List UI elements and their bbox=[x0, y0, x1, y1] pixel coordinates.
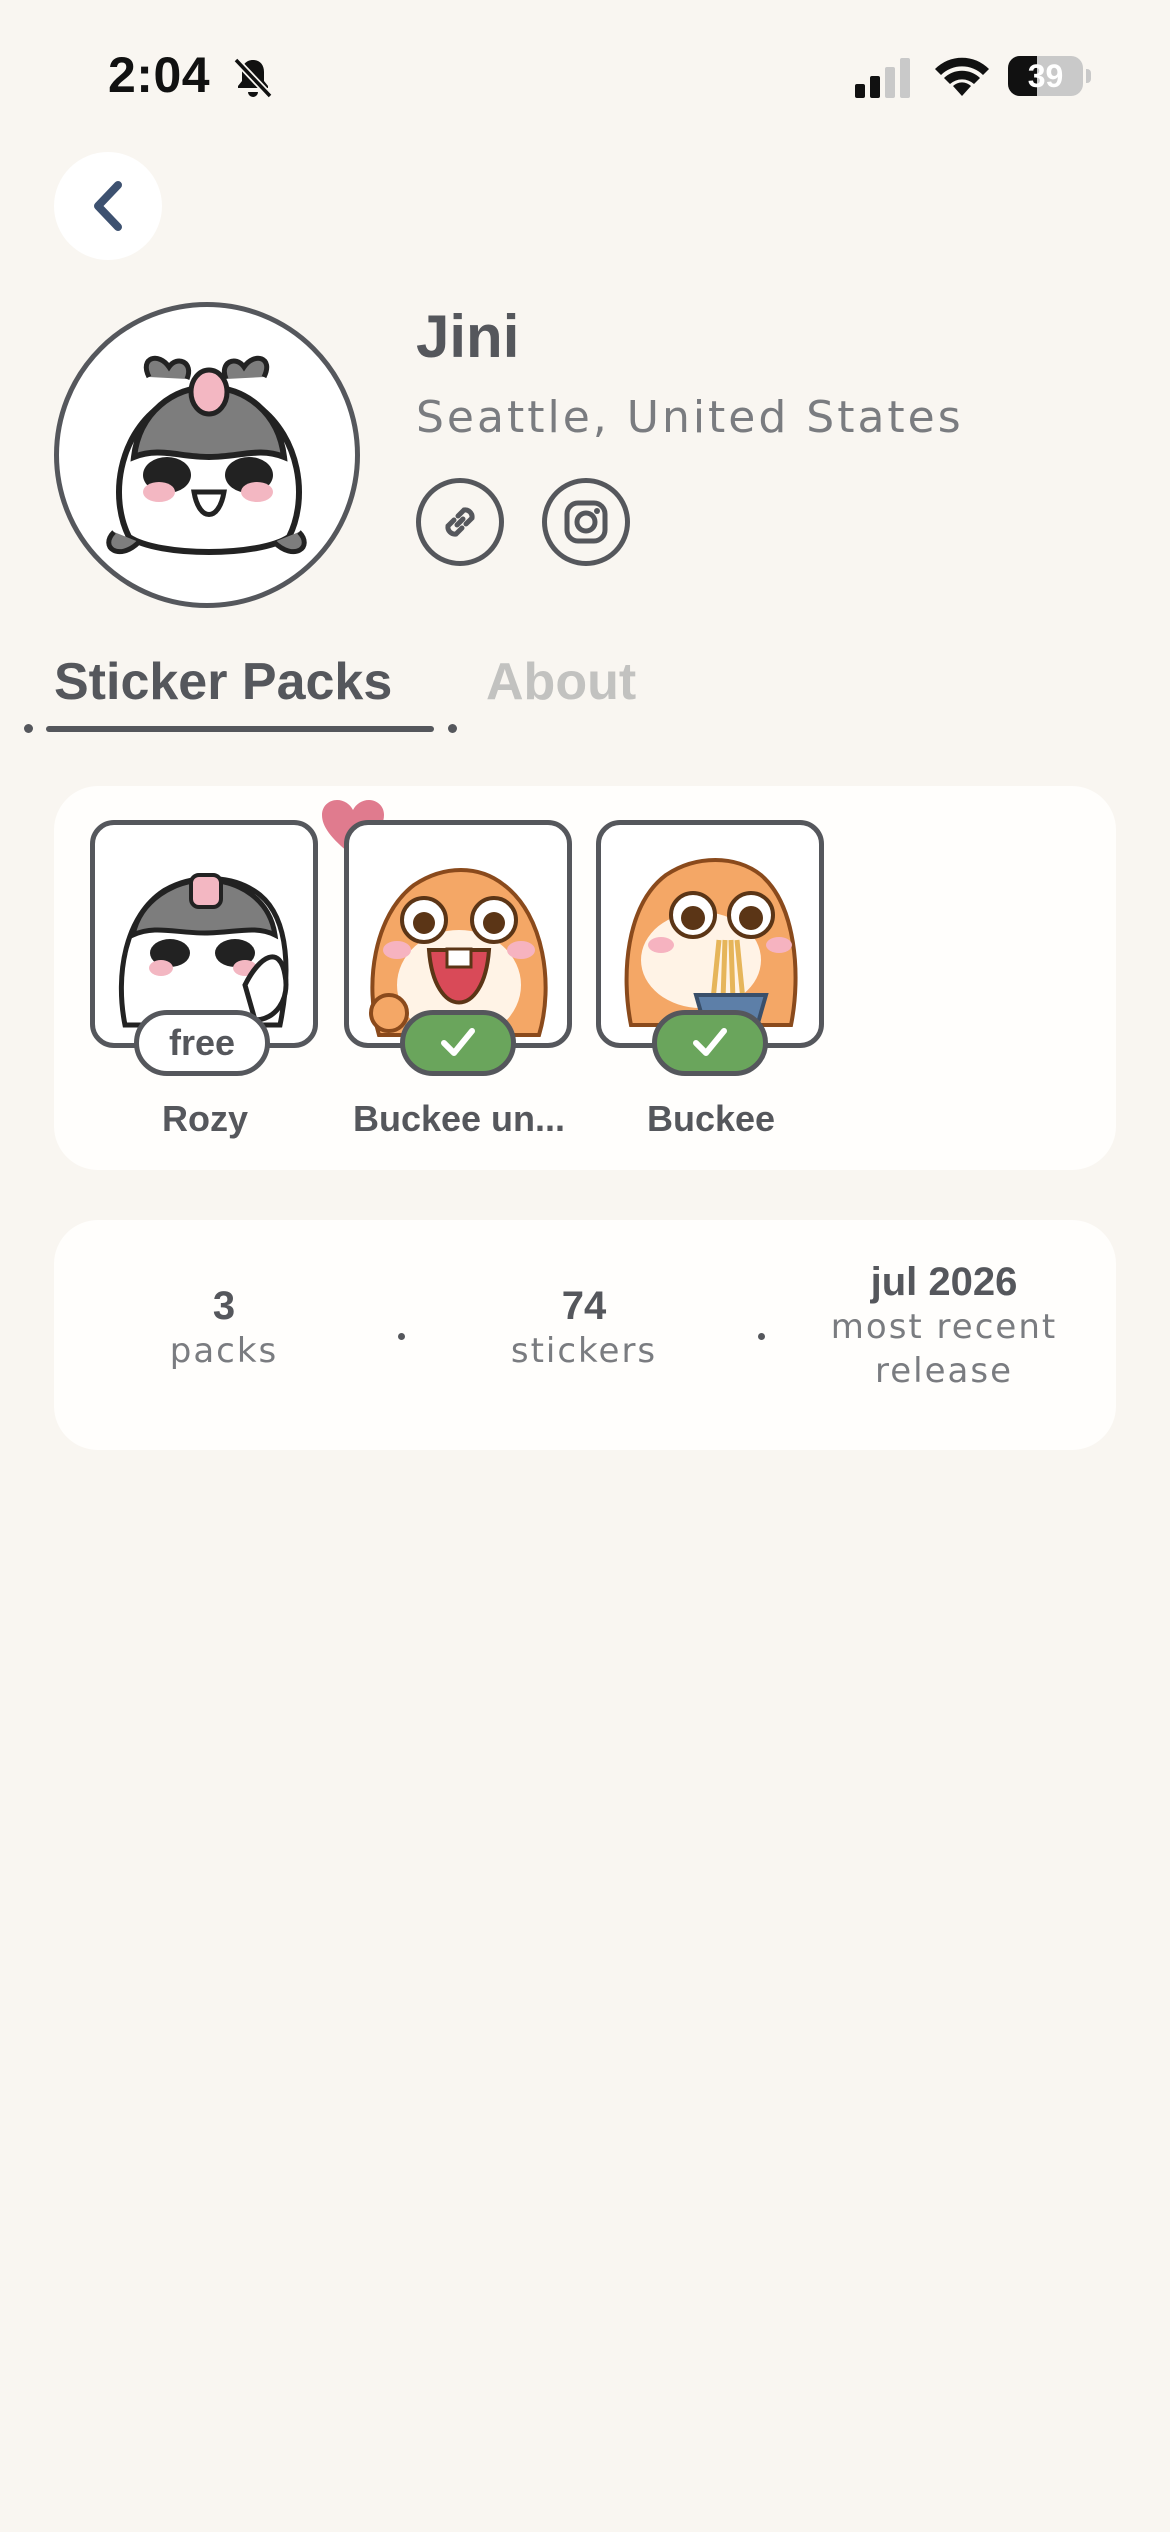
tab-sticker-packs[interactable]: Sticker Packs bbox=[54, 652, 392, 712]
profile-location: Seattle, United States bbox=[416, 392, 964, 443]
profile-name: Jini bbox=[416, 303, 520, 370]
avatar-illustration bbox=[106, 355, 307, 555]
bell-slash-icon bbox=[233, 57, 273, 99]
tab-about[interactable]: About bbox=[486, 652, 636, 712]
stat-recent-release: jul 2026 most recent release bbox=[814, 1260, 1074, 1393]
battery-tip bbox=[1086, 69, 1091, 83]
pack-name: Buckee bbox=[646, 1098, 776, 1139]
status-bar: 2:04 39 bbox=[0, 0, 1170, 150]
instagram-icon bbox=[564, 500, 608, 544]
stat-packs: 3 packs bbox=[94, 1284, 354, 1373]
status-time: 2:04 bbox=[108, 47, 211, 103]
website-link-button[interactable] bbox=[416, 478, 504, 566]
wifi-icon bbox=[935, 57, 989, 96]
stat-separator bbox=[398, 1333, 405, 1340]
checkmark-icon bbox=[441, 1028, 475, 1056]
owned-check-badge bbox=[652, 1010, 768, 1076]
pack-name: Rozy bbox=[161, 1098, 248, 1139]
chevron-left-icon bbox=[94, 181, 122, 231]
stats-card: 3 packs 74 stickers jul 2026 most recent… bbox=[54, 1220, 1116, 1450]
cellular-signal-icon bbox=[855, 58, 910, 98]
battery-body: 39 bbox=[1008, 56, 1083, 96]
stat-label: most recent release bbox=[830, 1307, 1058, 1391]
instagram-button[interactable] bbox=[542, 478, 630, 566]
back-button[interactable] bbox=[54, 152, 162, 260]
stat-separator bbox=[758, 1333, 765, 1340]
stat-value: jul 2026 bbox=[870, 1260, 1018, 1304]
tab-underline-dot bbox=[448, 724, 457, 733]
tab-underline-dot bbox=[24, 724, 33, 733]
stat-value: 3 bbox=[212, 1284, 236, 1328]
stat-value: 74 bbox=[561, 1284, 607, 1328]
pack-name: Buckee un... bbox=[352, 1098, 566, 1139]
sticker-packs-card: free Rozy Buckee un... Buckee bbox=[54, 786, 1116, 1170]
profile-tabs: Sticker Packs About bbox=[0, 640, 1170, 740]
checkmark-icon bbox=[693, 1028, 727, 1056]
owned-check-badge bbox=[400, 1010, 516, 1076]
battery-level-text: 39 bbox=[1027, 58, 1064, 94]
stat-label: packs bbox=[169, 1331, 279, 1371]
link-icon bbox=[445, 507, 475, 537]
battery-indicator: 39 bbox=[1008, 56, 1091, 98]
tab-active-underline bbox=[46, 726, 434, 732]
profile-avatar bbox=[54, 302, 360, 608]
stat-stickers: 74 stickers bbox=[454, 1284, 714, 1373]
stat-label: stickers bbox=[510, 1331, 658, 1371]
free-badge: free bbox=[134, 1010, 270, 1076]
